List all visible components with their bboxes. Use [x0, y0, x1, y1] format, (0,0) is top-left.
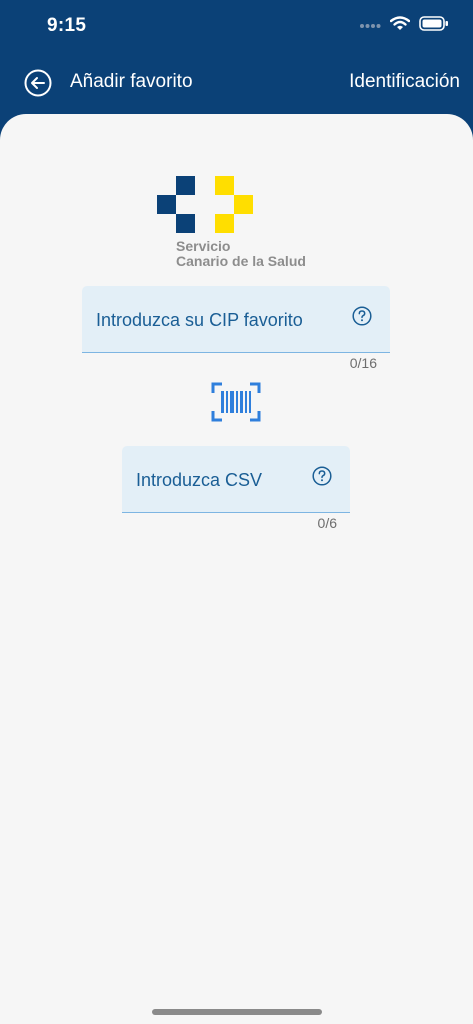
logo-square [215, 176, 234, 195]
csv-input[interactable]: Introduzca CSV [122, 446, 350, 513]
barcode-scan-button[interactable] [211, 382, 261, 422]
logo-square [215, 214, 234, 233]
scs-logo: Servicio Canario de la Salud [157, 176, 327, 276]
wifi-icon [389, 16, 411, 36]
cip-char-counter: 0/16 [349, 355, 377, 371]
identification-button[interactable]: Identificación [349, 71, 460, 93]
logo-square [176, 176, 195, 195]
status-time: 9:15 [47, 15, 87, 36]
logo-line-1: Servicio [176, 238, 231, 254]
logo-square [157, 195, 176, 214]
logo-line-2: Canario de la Salud [176, 253, 306, 269]
page-title: Añadir favorito [70, 71, 193, 92]
signal-icon [359, 17, 381, 35]
logo-square [234, 195, 253, 214]
help-circle-icon [352, 306, 372, 326]
back-arrow-icon [24, 69, 52, 97]
logo-square [176, 214, 195, 233]
status-icons [359, 16, 449, 36]
csv-char-counter: 0/6 [317, 515, 337, 531]
back-button[interactable] [23, 68, 53, 98]
csv-help-button[interactable] [312, 466, 332, 486]
header: Añadir favorito Identificación [0, 54, 473, 114]
status-bar: 9:15 [0, 0, 473, 54]
barcode-scan-icon [211, 382, 261, 422]
cip-help-button[interactable] [352, 306, 372, 326]
help-circle-icon [312, 466, 332, 486]
battery-icon [419, 16, 449, 36]
home-indicator[interactable] [152, 1009, 322, 1015]
cip-input-label: Introduzca su CIP favorito [96, 310, 303, 330]
csv-input-label: Introduzca CSV [136, 470, 263, 490]
main-content: Servicio Canario de la Salud Introduzca … [0, 114, 473, 1024]
logo-text: Servicio Canario de la Salud [176, 239, 306, 269]
cip-input[interactable]: Introduzca su CIP favorito [82, 286, 390, 353]
